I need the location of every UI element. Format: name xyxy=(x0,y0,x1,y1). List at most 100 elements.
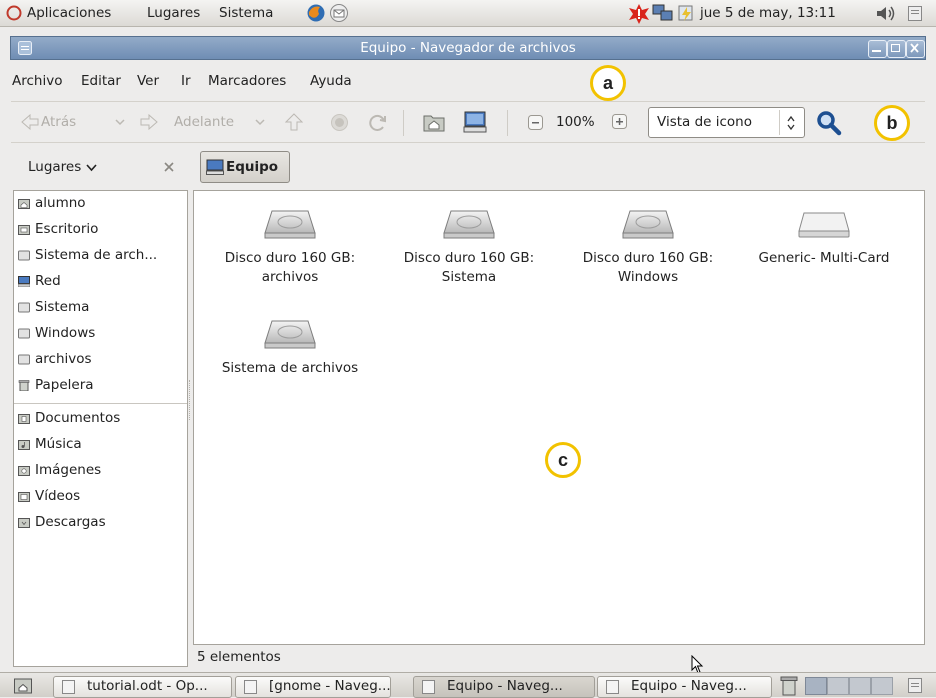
sidebar-item-red[interactable]: Red xyxy=(14,269,186,295)
documents-folder-icon xyxy=(18,414,30,424)
file-item-disco-archivos[interactable]: Disco duro 160 GB: archivos xyxy=(205,209,375,287)
window-title: Equipo - Navegador de archivos xyxy=(360,40,576,56)
sidebar-separator xyxy=(14,403,187,404)
sidebar-item-musica[interactable]: Música xyxy=(14,432,186,458)
back-dropdown-icon xyxy=(115,119,125,126)
menu-ver[interactable]: Ver xyxy=(137,73,159,89)
hard-drive-icon xyxy=(622,210,674,239)
file-item-sistema-de-archivos[interactable]: Sistema de archivos xyxy=(205,319,375,378)
window-icon xyxy=(422,680,435,694)
menu-marcadores[interactable]: Marcadores xyxy=(208,73,286,89)
sidebar-item-archivos[interactable]: archivos xyxy=(14,347,186,373)
stop-icon[interactable] xyxy=(330,113,349,132)
zoom-level: 100% xyxy=(556,114,595,130)
ubuntu-logo-icon[interactable] xyxy=(6,5,22,21)
update-alert-icon[interactable] xyxy=(628,4,650,24)
location-bar: Lugares Equipo xyxy=(11,145,925,189)
menu-sistema[interactable]: Sistema xyxy=(219,5,273,21)
menu-ayuda[interactable]: Ayuda xyxy=(310,73,352,89)
battery-icon[interactable] xyxy=(677,3,697,23)
home-folder-icon[interactable] xyxy=(423,112,445,132)
menu-editar[interactable]: Editar xyxy=(81,73,121,89)
panel-menu-icon[interactable] xyxy=(908,678,922,693)
menu-lugares[interactable]: Lugares xyxy=(147,5,200,21)
maximize-icon xyxy=(891,44,900,52)
zoom-out-icon[interactable] xyxy=(528,115,543,130)
sidebar-item-sistema[interactable]: Sistema xyxy=(14,295,186,321)
network-icon[interactable] xyxy=(652,4,674,23)
window-icon xyxy=(606,680,619,694)
drive-icon xyxy=(18,302,30,313)
select-divider xyxy=(779,110,780,135)
clock[interactable]: jue 5 de may, 13:11 xyxy=(700,5,836,21)
sidebar-item-escritorio[interactable]: Escritorio xyxy=(14,217,186,243)
window-titlebar[interactable]: Equipo - Navegador de archivos xyxy=(10,36,926,60)
search-icon[interactable] xyxy=(815,109,843,137)
sidebar-item-papelera[interactable]: Papelera xyxy=(14,373,186,399)
hard-drive-icon xyxy=(443,210,495,239)
trash-icon[interactable] xyxy=(780,676,798,696)
back-button[interactable]: Atrás xyxy=(19,106,129,138)
up-arrow-icon[interactable] xyxy=(285,113,303,131)
close-button[interactable] xyxy=(906,40,925,58)
mail-icon[interactable] xyxy=(329,3,349,23)
maximize-button[interactable] xyxy=(887,40,906,58)
task-equipo-naveg[interactable]: Equipo - Naveg... xyxy=(597,676,772,698)
firefox-icon[interactable] xyxy=(306,3,326,23)
workspace-switcher[interactable] xyxy=(805,677,895,695)
home-folder-icon xyxy=(18,199,30,209)
close-icon xyxy=(910,43,919,53)
menu-ir[interactable]: Ir xyxy=(181,73,191,89)
places-dropdown[interactable]: Lugares xyxy=(28,157,98,177)
music-folder-icon xyxy=(18,440,30,450)
document-icon xyxy=(62,680,75,694)
workspace-4[interactable] xyxy=(871,677,893,695)
sidebar-item-imagenes[interactable]: Imágenes xyxy=(14,458,186,484)
forward-dropdown-icon xyxy=(255,119,265,126)
file-item-disco-windows[interactable]: Disco duro 160 GB: Windows xyxy=(563,209,733,287)
minimize-button[interactable] xyxy=(868,40,887,58)
close-sidebar-icon[interactable] xyxy=(163,161,175,173)
zoom-in-icon[interactable] xyxy=(612,114,627,129)
menu-aplicaciones[interactable]: Aplicaciones xyxy=(27,5,111,21)
menubar: Archivo Editar Ver Ir Marcadores Ayuda xyxy=(11,61,925,101)
places-sidebar: alumno Escritorio Sistema de arch... Red… xyxy=(13,190,188,667)
computer-icon[interactable] xyxy=(463,111,487,133)
card-reader-icon xyxy=(798,212,850,238)
sidebar-item-windows[interactable]: Windows xyxy=(14,321,186,347)
statusbar: 5 elementos xyxy=(193,645,925,669)
workspace-3[interactable] xyxy=(849,677,871,695)
window-icon xyxy=(244,680,257,694)
file-item-disco-sistema[interactable]: Disco duro 160 GB: Sistema xyxy=(384,209,554,287)
drive-icon xyxy=(18,328,30,339)
path-button-equipo[interactable]: Equipo xyxy=(200,151,290,183)
pane-resize-handle[interactable] xyxy=(189,380,192,420)
status-text: 5 elementos xyxy=(197,649,281,665)
view-mode-select[interactable]: Vista de icono xyxy=(648,107,805,138)
pictures-folder-icon xyxy=(18,466,30,476)
reload-icon[interactable] xyxy=(368,113,388,133)
task-equipo-naveg-active[interactable]: Equipo - Naveg... xyxy=(413,676,595,698)
menu-archivo[interactable]: Archivo xyxy=(12,73,62,89)
sidebar-item-descargas[interactable]: Descargas xyxy=(14,510,186,536)
workspace-1[interactable] xyxy=(805,677,827,695)
sidebar-item-alumno[interactable]: alumno xyxy=(14,191,186,217)
trash-icon xyxy=(18,380,30,391)
forward-button[interactable]: Adelante xyxy=(138,106,268,138)
desktop-folder-icon xyxy=(18,225,30,235)
file-view: Disco duro 160 GB: archivos Disco duro 1… xyxy=(193,190,925,645)
sidebar-item-videos[interactable]: Vídeos xyxy=(14,484,186,510)
top-panel: Aplicaciones Lugares Sistema jue 5 de ma… xyxy=(0,0,936,27)
file-item-multi-card[interactable]: Generic- Multi-Card xyxy=(739,209,909,268)
toolbar-separator xyxy=(507,110,508,136)
sidebar-item-sistema-de-archivos[interactable]: Sistema de arch... xyxy=(14,243,186,269)
show-desktop-icon[interactable] xyxy=(14,677,32,694)
show-desktop-icon[interactable] xyxy=(908,6,922,21)
task-tutorial[interactable]: tutorial.odt - Op... xyxy=(53,676,232,698)
updown-arrows-icon xyxy=(787,115,795,131)
volume-icon[interactable] xyxy=(875,4,897,23)
task-gnome-naveg[interactable]: [gnome - Naveg... xyxy=(235,676,391,698)
sidebar-item-documentos[interactable]: Documentos xyxy=(14,406,186,432)
drive-icon xyxy=(18,250,30,261)
workspace-2[interactable] xyxy=(827,677,849,695)
